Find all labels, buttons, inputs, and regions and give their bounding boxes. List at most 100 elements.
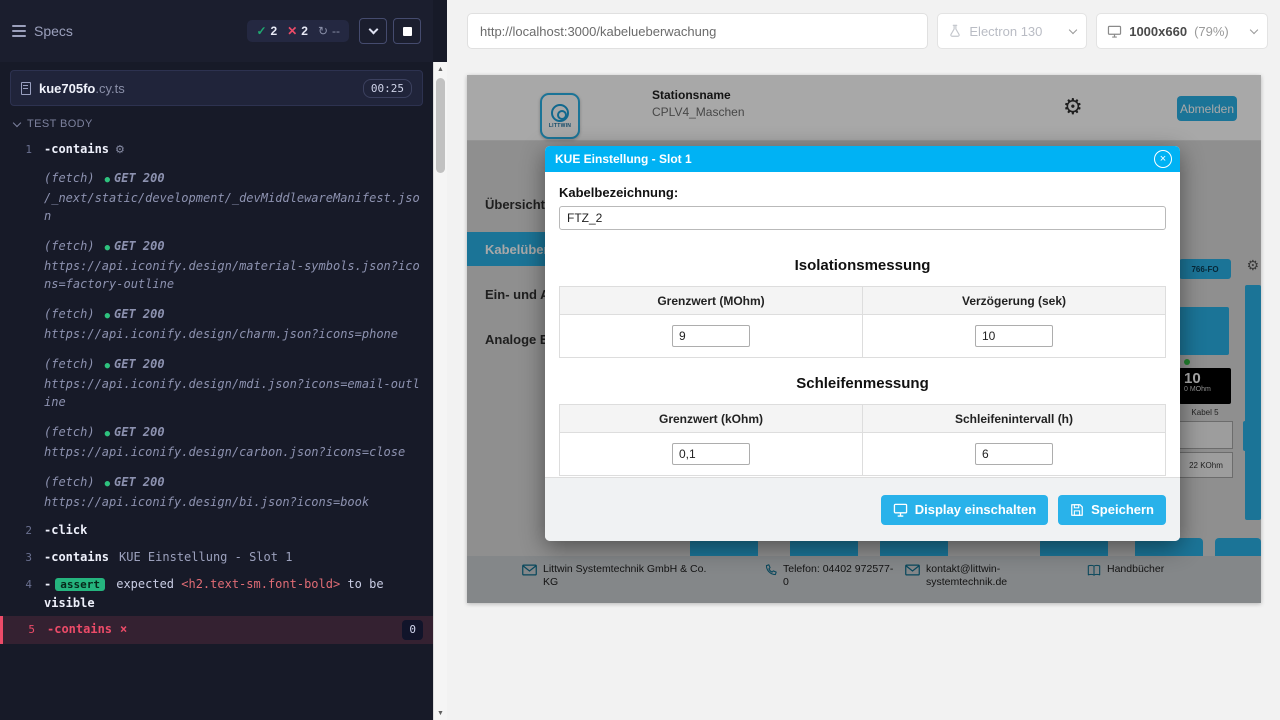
failed-step[interactable]: 5 -contains× 0 [0,616,433,644]
screen-icon [1107,25,1122,38]
network-request-row[interactable]: (fetch)●GET 200https://api.iconify.desig… [0,417,433,467]
stop-button[interactable] [393,18,421,44]
scroll-down-arrow[interactable]: ▼ [434,706,447,720]
browser-name: Electron 130 [969,24,1042,39]
fail-x-icon: × [120,622,127,636]
chevron-down-icon [13,119,21,127]
status-dot-icon: ● [105,429,110,439]
fetch-log: (fetch)●GET 200https://api.iconify.desig… [44,473,421,511]
step-command: -click [44,521,391,539]
step-command: -containsKUE Einstellung - Slot 1 [44,548,391,566]
iso-verzoegerung-input[interactable] [975,325,1053,347]
schleifenmessung-table: Grenzwert (kOhm) Schleifenintervall (h) [559,404,1166,476]
save-button[interactable]: Speichern [1058,495,1166,525]
column-header: Verzögerung (sek) [863,287,1166,315]
url-input[interactable] [467,13,928,49]
fetch-log: (fetch)●GET 200https://api.iconify.desig… [44,237,421,293]
collapse-all-button[interactable] [359,18,387,44]
kabelbezeichnung-input[interactable] [559,206,1166,230]
save-floppy-icon [1070,503,1084,517]
monitor-icon [893,503,908,517]
check-icon: ✓ [256,24,266,38]
fetch-log: (fetch)●GET 200https://api.iconify.desig… [44,305,421,343]
column-header: Schleifenintervall (h) [863,405,1166,433]
refresh-icon: ↻ [318,24,328,38]
step-command: -contains⚙ [44,140,391,159]
network-request-row[interactable]: (fetch)●GET 200https://api.iconify.desig… [0,467,433,517]
spec-file-row[interactable]: kue705fo.cy.ts 00:25 [10,70,423,106]
test-body-label: TEST BODY [27,118,93,130]
loop-grenzwert-input[interactable] [672,443,750,465]
scroll-up-arrow[interactable]: ▲ [434,62,447,76]
kabelbezeichnung-label: Kabelbezeichnung: [559,185,1166,200]
network-request-row[interactable]: (fetch)●GET 200https://api.iconify.desig… [0,231,433,299]
stage: Electron 130 1000x660 (79%) Stationsname… [447,0,1280,720]
test-step[interactable]: 2 -click [0,517,433,544]
iso-grenzwert-input[interactable] [672,325,750,347]
status-dot-icon: ● [105,361,110,371]
step-number: 5 [3,620,45,639]
runner-scrollbar[interactable]: ▲ ▼ [433,62,447,720]
runner-header: Specs ✓2 ✕2 ↻-- [0,0,433,62]
network-request-row[interactable]: (fetch)●GET 200https://api.iconify.desig… [0,299,433,349]
runner-panel: Specs ✓2 ✕2 ↻-- kue705fo.cy.ts [0,0,447,720]
status-dot-icon: ● [105,243,110,253]
test-step[interactable]: 3 -containsKUE Einstellung - Slot 1 [0,544,433,571]
viewport-select[interactable]: 1000x660 (79%) [1096,13,1268,49]
close-icon: × [1160,152,1166,166]
loop-intervall-input[interactable] [975,443,1053,465]
isolationsmessung-title: Isolationsmessung [559,257,1166,274]
browser-bar: Electron 130 1000x660 (79%) [447,0,1280,62]
viewport-zoom: (79%) [1194,24,1229,39]
stop-icon [403,27,412,36]
specs-menu-button[interactable]: Specs [12,23,73,39]
spec-file-icon [21,82,31,95]
modal-close-button[interactable]: × [1154,150,1172,168]
chevron-down-icon [368,25,378,35]
passed-count: ✓2 [256,24,277,38]
fetch-log: (fetch)●GET 200/_next/static/development… [44,169,421,225]
step-number: 2 [0,521,42,540]
assert-step[interactable]: 4 -assert expected <h2.text-sm.font-bold… [0,571,433,616]
test-stats: ✓2 ✕2 ↻-- [247,20,349,42]
specs-label: Specs [34,23,73,39]
status-dot-icon: ● [105,479,110,489]
chevron-down-icon [1069,25,1077,33]
assert-badge: assert [55,578,105,591]
column-header: Grenzwert (MOhm) [560,287,863,315]
step-number: 3 [0,548,42,567]
fetch-log: (fetch)●GET 200https://api.iconify.desig… [44,423,421,461]
specs-menu-icon [12,25,26,37]
status-dot-icon: ● [105,311,110,321]
assert-message: -assert expected <h2.text-sm.font-bold> … [44,575,391,612]
retry-count-badge: 0 [402,620,423,640]
status-dot-icon: ● [105,175,110,185]
modal-footer: Display einschalten Speichern [545,477,1180,541]
display-on-button[interactable]: Display einschalten [881,495,1048,525]
schleifenmessung-title: Schleifenmessung [559,375,1166,392]
network-request-row[interactable]: (fetch)●GET 200/_next/static/development… [0,163,433,231]
viewport-size: 1000x660 [1129,24,1187,39]
modal-body: Kabelbezeichnung: Isolationsmessung Gren… [545,172,1180,477]
kue-settings-modal: KUE Einstellung - Slot 1 × Kabelbezeichn… [545,146,1180,541]
step-command: -contains× [47,620,391,638]
spec-file-name: kue705fo.cy.ts [39,81,125,96]
modal-titlebar: KUE Einstellung - Slot 1 × [545,146,1180,172]
cypress-window: Specs ✓2 ✕2 ↻-- kue705fo.cy.ts [0,0,1280,720]
step-number: 4 [0,575,42,594]
app-under-test: Stationsname CPLV4_Maschen ⚙ Abmelden LI… [467,75,1261,603]
column-header: Grenzwert (kOhm) [560,405,863,433]
step-number: 1 [0,140,42,159]
modal-title: KUE Einstellung - Slot 1 [555,152,692,166]
pending-count: ↻-- [318,24,340,38]
cross-icon: ✕ [287,24,297,38]
network-request-row[interactable]: (fetch)●GET 200https://api.iconify.desig… [0,349,433,417]
test-body-toggle[interactable]: TEST BODY [0,106,433,136]
isolationsmessung-table: Grenzwert (MOhm) Verzögerung (sek) [559,286,1166,358]
flask-icon [948,24,962,38]
failed-count: ✕2 [287,24,308,38]
browser-select[interactable]: Electron 130 [937,13,1087,49]
test-step[interactable]: 1 -contains⚙ [0,136,433,163]
command-log: 1 -contains⚙ (fetch)●GET 200/_next/stati… [0,136,433,644]
scrollbar-thumb[interactable] [436,78,445,173]
